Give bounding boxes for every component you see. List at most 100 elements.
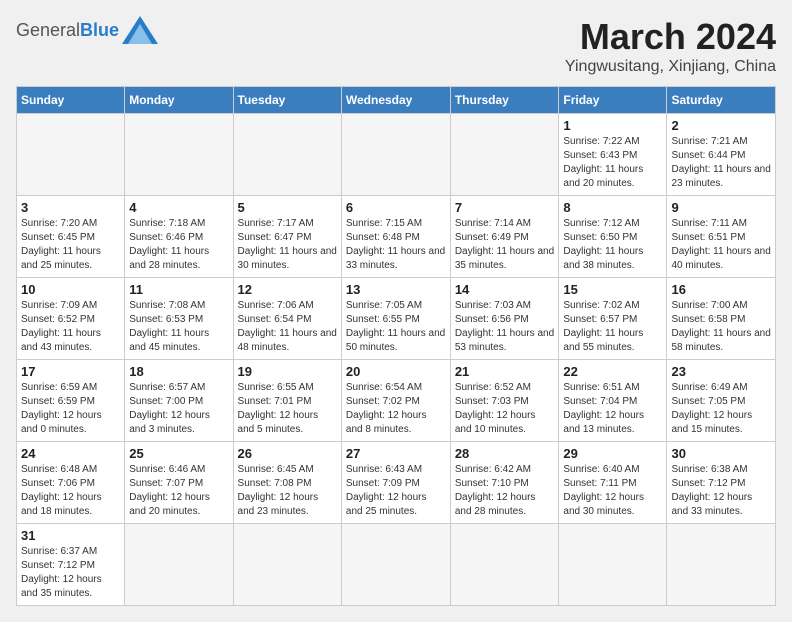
day-info: Sunrise: 7:17 AM Sunset: 6:47 PM Dayligh… (238, 217, 337, 273)
week-row-1: 1 Sunrise: 7:22 AM Sunset: 6:43 PM Daylig… (17, 114, 776, 196)
day-info: Sunrise: 7:22 AM Sunset: 6:43 PM Dayligh… (563, 135, 662, 191)
day-info: Sunrise: 6:46 AM Sunset: 7:07 PM Dayligh… (129, 463, 228, 519)
calendar-cell: 31Sunrise: 6:37 AM Sunset: 7:12 PM Dayli… (17, 524, 125, 606)
calendar-cell: 7Sunrise: 7:14 AM Sunset: 6:49 PM Daylig… (450, 196, 559, 278)
day-info: Sunrise: 7:06 AM Sunset: 6:54 PM Dayligh… (238, 299, 337, 355)
calendar-cell: 27 Sunrise: 6:43 AM Sunset: 7:09 PM Dayli… (341, 442, 450, 524)
day-info: Sunrise: 7:15 AM Sunset: 6:48 PM Dayligh… (346, 217, 446, 273)
day-number: 20 (346, 364, 446, 379)
day-number: 6 (346, 200, 446, 215)
day-info: Sunrise: 7:09 AM Sunset: 6:52 PM Dayligh… (21, 299, 120, 355)
day-number: 1 (563, 118, 662, 133)
title-area: March 2024 Yingwusitang, Xinjiang, China (565, 16, 776, 76)
calendar-cell: 1 Sunrise: 7:22 AM Sunset: 6:43 PM Daylig… (559, 114, 667, 196)
calendar-cell (450, 114, 559, 196)
day-number: 17 (21, 364, 120, 379)
day-info: Sunrise: 7:00 AM Sunset: 6:58 PM Dayligh… (671, 299, 771, 355)
day-info: Sunrise: 6:40 AM Sunset: 7:11 PM Dayligh… (563, 463, 662, 519)
day-header-monday: Monday (125, 87, 233, 114)
calendar-header-row: SundayMondayTuesdayWednesdayThursdayFrid… (17, 87, 776, 114)
calendar-cell: 2Sunrise: 7:21 AM Sunset: 6:44 PM Daylig… (667, 114, 776, 196)
calendar-cell (450, 524, 559, 606)
calendar-cell: 4 Sunrise: 7:18 AM Sunset: 6:46 PM Daylig… (125, 196, 233, 278)
month-title: March 2024 (565, 16, 776, 58)
day-info: Sunrise: 6:42 AM Sunset: 7:10 PM Dayligh… (455, 463, 555, 519)
calendar-cell (559, 524, 667, 606)
day-number: 12 (238, 282, 337, 297)
calendar-cell: 29 Sunrise: 6:40 AM Sunset: 7:11 PM Dayli… (559, 442, 667, 524)
calendar-cell: 26 Sunrise: 6:45 AM Sunset: 7:08 PM Dayli… (233, 442, 341, 524)
day-number: 11 (129, 282, 228, 297)
calendar-cell: 14 Sunrise: 7:03 AM Sunset: 6:56 PM Dayli… (450, 278, 559, 360)
header: General Blue March 2024 Yingwusitang, Xi… (16, 16, 776, 76)
day-info: Sunrise: 6:59 AM Sunset: 6:59 PM Dayligh… (21, 381, 120, 437)
logo-icon (122, 16, 158, 44)
day-number: 29 (563, 446, 662, 461)
day-info: Sunrise: 7:20 AM Sunset: 6:45 PM Dayligh… (21, 217, 120, 273)
day-number: 4 (129, 200, 228, 215)
day-info: Sunrise: 7:18 AM Sunset: 6:46 PM Dayligh… (129, 217, 228, 273)
calendar-cell: 15Sunrise: 7:02 AM Sunset: 6:57 PM Dayli… (559, 278, 667, 360)
day-number: 28 (455, 446, 555, 461)
calendar-cell (125, 114, 233, 196)
week-row-4: 17 Sunrise: 6:59 AM Sunset: 6:59 PM Dayli… (17, 360, 776, 442)
day-info: Sunrise: 7:02 AM Sunset: 6:57 PM Dayligh… (563, 299, 662, 355)
calendar-cell: 23Sunrise: 6:49 AM Sunset: 7:05 PM Dayli… (667, 360, 776, 442)
logo-blue-text: Blue (80, 20, 119, 41)
day-number: 18 (129, 364, 228, 379)
day-info: Sunrise: 6:45 AM Sunset: 7:08 PM Dayligh… (238, 463, 337, 519)
calendar-cell: 24 Sunrise: 6:48 AM Sunset: 7:06 PM Dayli… (17, 442, 125, 524)
day-number: 5 (238, 200, 337, 215)
day-header-saturday: Saturday (667, 87, 776, 114)
calendar-cell (233, 114, 341, 196)
calendar-cell: 30 Sunrise: 6:38 AM Sunset: 7:12 PM Dayli… (667, 442, 776, 524)
calendar-cell: 9Sunrise: 7:11 AM Sunset: 6:51 PM Daylig… (667, 196, 776, 278)
day-number: 27 (346, 446, 446, 461)
day-info: Sunrise: 6:38 AM Sunset: 7:12 PM Dayligh… (671, 463, 771, 519)
day-info: Sunrise: 6:57 AM Sunset: 7:00 PM Dayligh… (129, 381, 228, 437)
day-info: Sunrise: 6:43 AM Sunset: 7:09 PM Dayligh… (346, 463, 446, 519)
day-number: 31 (21, 528, 120, 543)
calendar-cell: 18 Sunrise: 6:57 AM Sunset: 7:00 PM Dayli… (125, 360, 233, 442)
calendar-cell: 16 Sunrise: 7:00 AM Sunset: 6:58 PM Dayli… (667, 278, 776, 360)
day-number: 9 (671, 200, 771, 215)
calendar-cell: 3 Sunrise: 7:20 AM Sunset: 6:45 PM Daylig… (17, 196, 125, 278)
day-number: 30 (671, 446, 771, 461)
day-number: 14 (455, 282, 555, 297)
day-number: 13 (346, 282, 446, 297)
day-info: Sunrise: 7:05 AM Sunset: 6:55 PM Dayligh… (346, 299, 446, 355)
logo: General Blue (16, 16, 158, 44)
calendar-cell: 28 Sunrise: 6:42 AM Sunset: 7:10 PM Dayli… (450, 442, 559, 524)
calendar-table: SundayMondayTuesdayWednesdayThursdayFrid… (16, 86, 776, 606)
day-info: Sunrise: 6:54 AM Sunset: 7:02 PM Dayligh… (346, 381, 446, 437)
day-info: Sunrise: 6:49 AM Sunset: 7:05 PM Dayligh… (671, 381, 771, 437)
day-number: 16 (671, 282, 771, 297)
day-number: 24 (21, 446, 120, 461)
day-header-tuesday: Tuesday (233, 87, 341, 114)
day-info: Sunrise: 7:08 AM Sunset: 6:53 PM Dayligh… (129, 299, 228, 355)
calendar-cell: 10 Sunrise: 7:09 AM Sunset: 6:52 PM Dayli… (17, 278, 125, 360)
day-info: Sunrise: 6:48 AM Sunset: 7:06 PM Dayligh… (21, 463, 120, 519)
day-info: Sunrise: 7:03 AM Sunset: 6:56 PM Dayligh… (455, 299, 555, 355)
calendar-cell: 25 Sunrise: 6:46 AM Sunset: 7:07 PM Dayli… (125, 442, 233, 524)
day-header-thursday: Thursday (450, 87, 559, 114)
day-header-wednesday: Wednesday (341, 87, 450, 114)
day-header-friday: Friday (559, 87, 667, 114)
calendar-cell: 19Sunrise: 6:55 AM Sunset: 7:01 PM Dayli… (233, 360, 341, 442)
day-number: 25 (129, 446, 228, 461)
calendar-cell: 6 Sunrise: 7:15 AM Sunset: 6:48 PM Daylig… (341, 196, 450, 278)
logo-general-text: General (16, 20, 80, 41)
day-number: 26 (238, 446, 337, 461)
calendar-cell (233, 524, 341, 606)
day-number: 10 (21, 282, 120, 297)
day-number: 3 (21, 200, 120, 215)
day-info: Sunrise: 7:12 AM Sunset: 6:50 PM Dayligh… (563, 217, 662, 273)
calendar-cell (667, 524, 776, 606)
week-row-5: 24 Sunrise: 6:48 AM Sunset: 7:06 PM Dayli… (17, 442, 776, 524)
day-header-sunday: Sunday (17, 87, 125, 114)
calendar-cell (125, 524, 233, 606)
day-number: 8 (563, 200, 662, 215)
week-row-3: 10 Sunrise: 7:09 AM Sunset: 6:52 PM Dayli… (17, 278, 776, 360)
day-info: Sunrise: 6:51 AM Sunset: 7:04 PM Dayligh… (563, 381, 662, 437)
day-number: 19 (238, 364, 337, 379)
